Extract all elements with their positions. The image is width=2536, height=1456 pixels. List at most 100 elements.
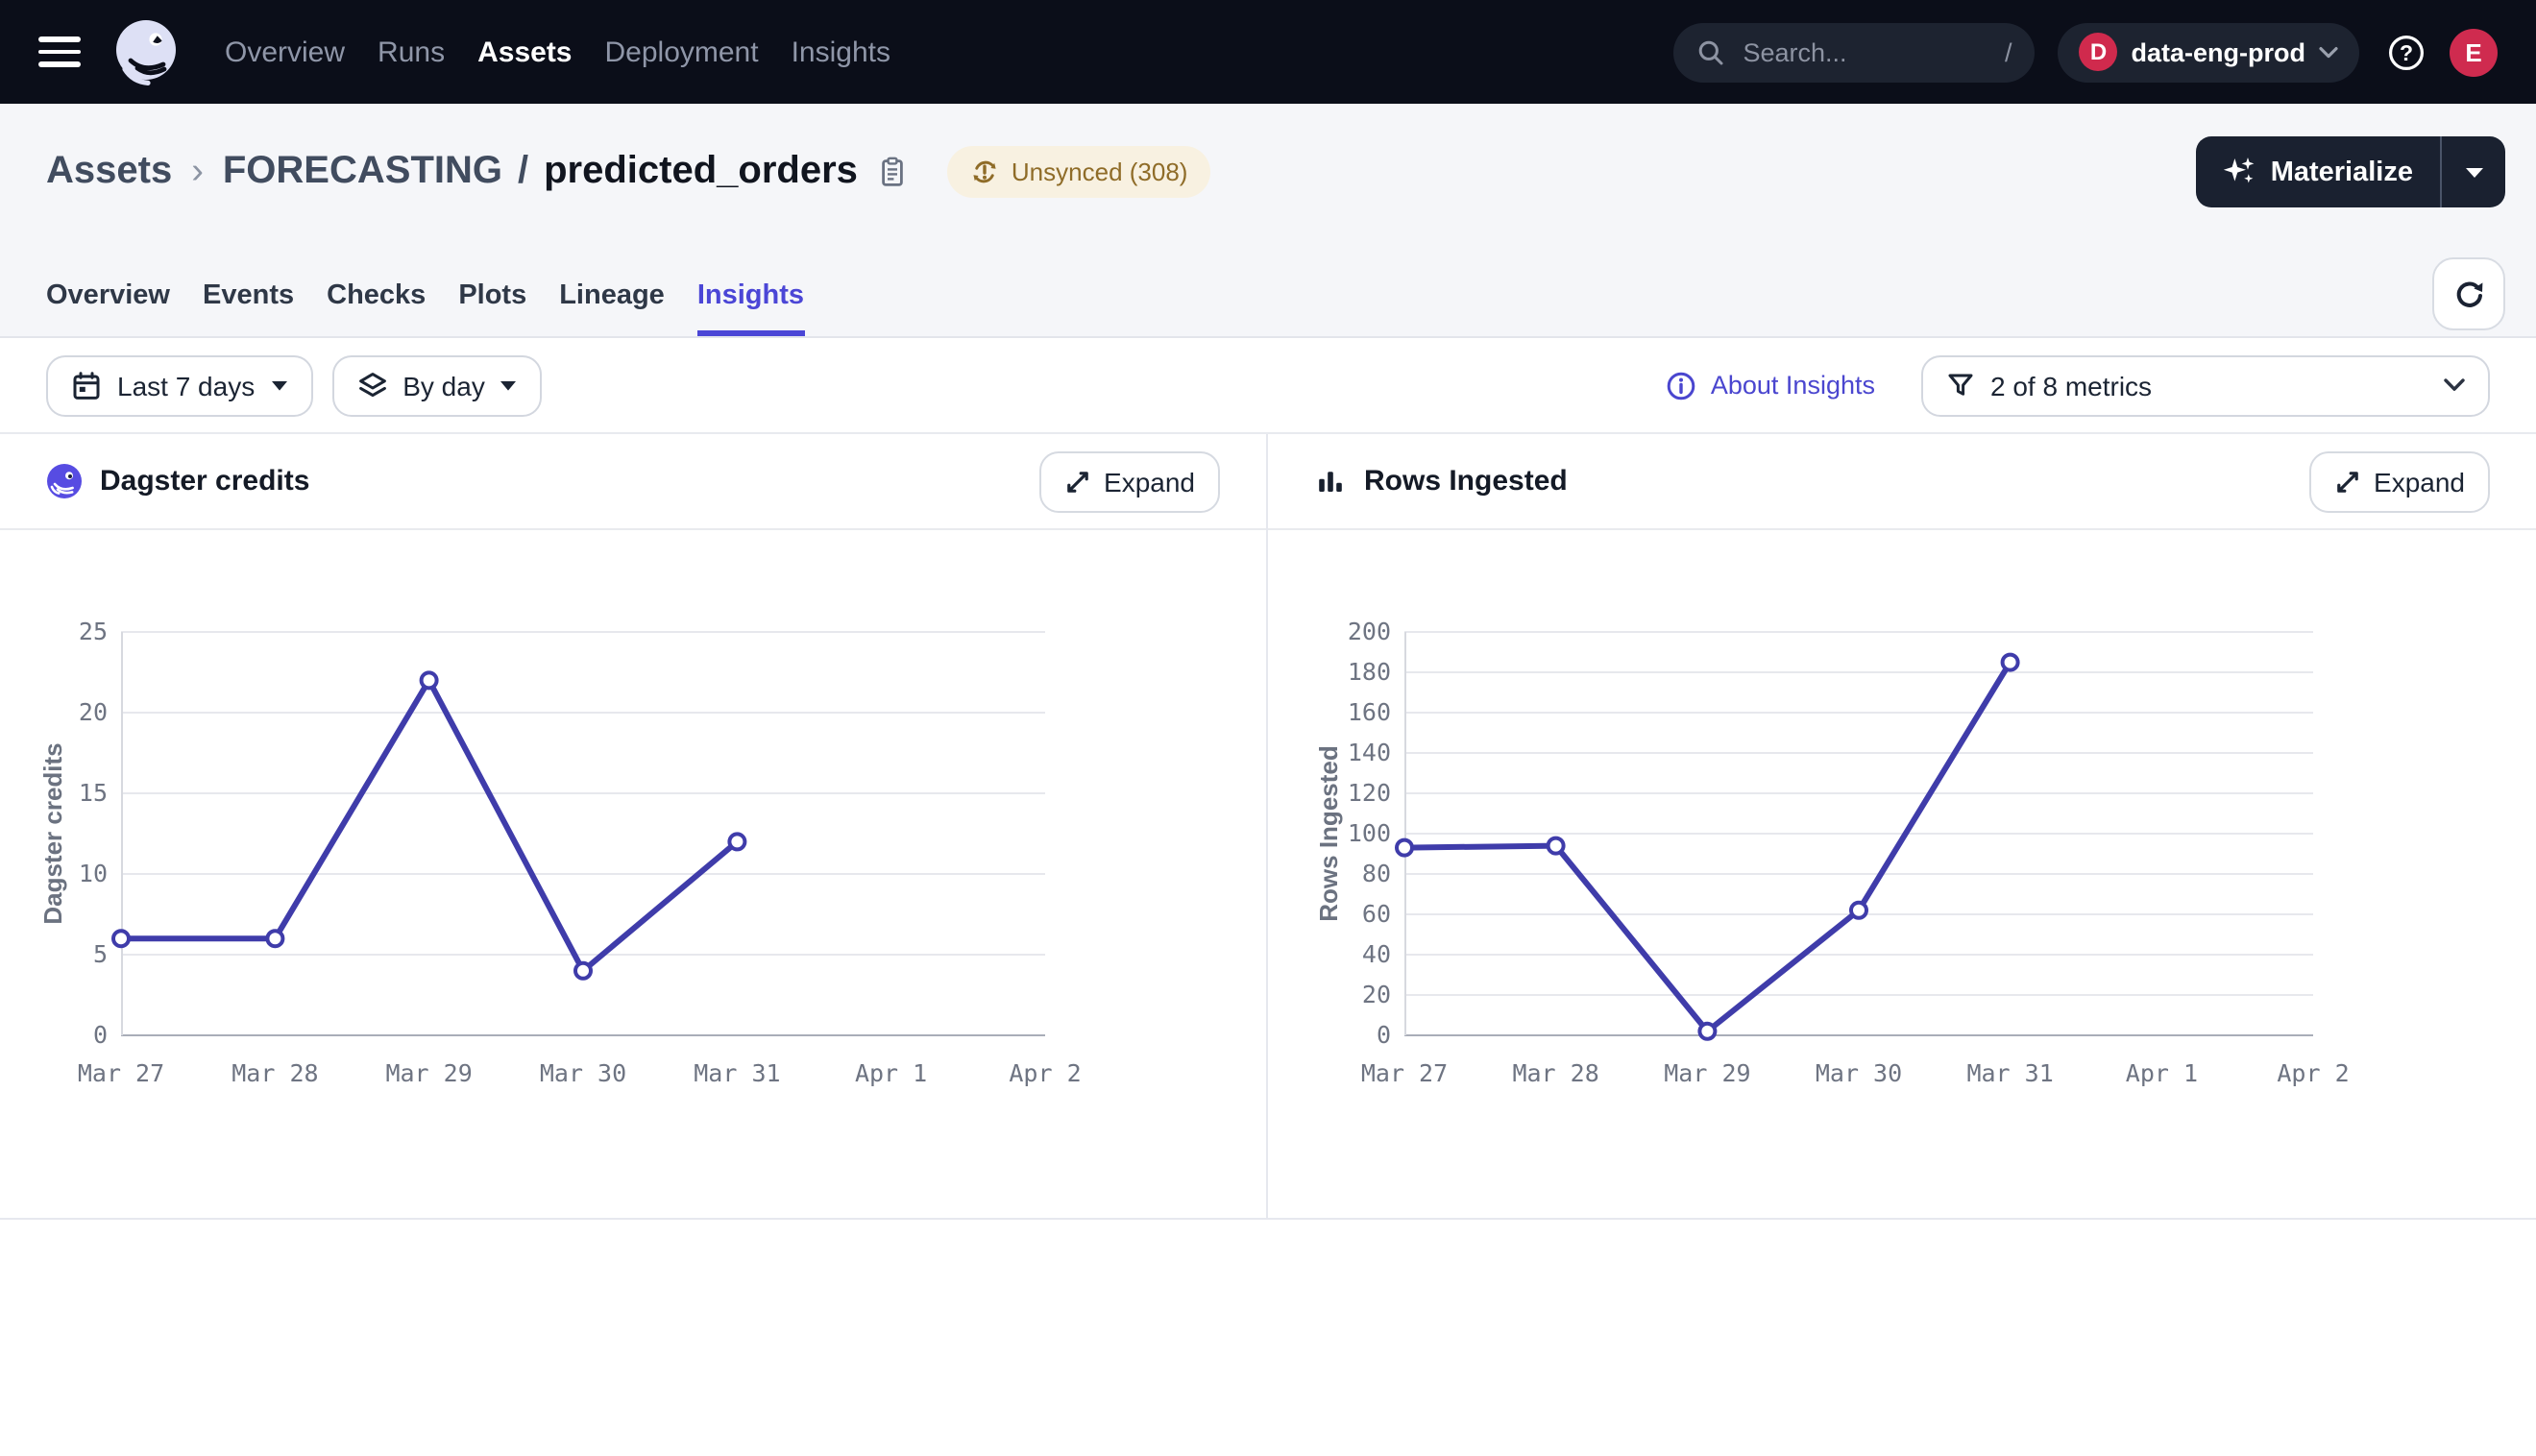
svg-text:140: 140	[1348, 739, 1391, 766]
unsynced-badge[interactable]: Unsynced (308)	[948, 146, 1211, 198]
screen: Overview Runs Assets Deployment Insights…	[0, 0, 2536, 1456]
refresh-button[interactable]	[2432, 257, 2505, 330]
dagster-credits-icon	[46, 463, 83, 499]
svg-text:Mar 31: Mar 31	[1966, 1059, 2053, 1087]
layers-icon	[356, 370, 387, 400]
search-shortcut-hint: /	[2005, 37, 2012, 66]
svg-text:Mar 27: Mar 27	[78, 1059, 164, 1087]
breadcrumb-slash: /	[518, 150, 528, 194]
granularity-filter[interactable]: By day	[331, 354, 543, 416]
expand-button[interactable]: Expand	[1038, 450, 1220, 512]
breadcrumb: Assets › FORECASTING / predicted_orders	[0, 104, 2536, 207]
search-input[interactable]: Search... /	[1674, 22, 2036, 82]
chart-panel-header: Rows Ingested Expand	[1268, 434, 2536, 530]
dagster-app: Overview Runs Assets Deployment Insights…	[0, 0, 2536, 1456]
dagster-logo-glyph	[110, 15, 183, 88]
svg-text:?: ?	[2400, 39, 2413, 64]
about-insights-label: About Insights	[1711, 371, 1875, 400]
breadcrumb-assets-link[interactable]: Assets	[46, 150, 172, 194]
breadcrumb-group-link[interactable]: FORECASTING	[223, 150, 502, 194]
svg-text:Mar 29: Mar 29	[1664, 1059, 1750, 1087]
nav-item-runs[interactable]: Runs	[378, 36, 445, 68]
expand-icon	[1063, 468, 1090, 495]
insights-filter-bar: Last 7 days By day About Insights	[0, 338, 2536, 434]
svg-text:80: 80	[1362, 860, 1391, 887]
dagster-credits-line-chart[interactable]: 0510152025Mar 27Mar 28Mar 29Mar 30Mar 31…	[0, 530, 1268, 1218]
svg-text:15: 15	[79, 779, 108, 807]
expand-button[interactable]: Expand	[2308, 450, 2490, 512]
svg-text:Mar 31: Mar 31	[694, 1059, 780, 1087]
deployment-badge: D	[2080, 33, 2118, 71]
help-icon[interactable]: ?	[2386, 32, 2426, 72]
menu-icon[interactable]	[38, 36, 81, 67]
caret-down-icon	[500, 379, 518, 391]
svg-text:Mar 28: Mar 28	[232, 1059, 318, 1087]
sparkles-icon	[2223, 156, 2256, 188]
svg-text:Apr 2: Apr 2	[1009, 1059, 1081, 1087]
date-range-filter[interactable]: Last 7 days	[46, 354, 312, 416]
svg-text:60: 60	[1362, 900, 1391, 928]
tab-overview[interactable]: Overview	[46, 280, 170, 336]
unsynced-badge-label: Unsynced (308)	[1012, 158, 1188, 186]
svg-text:Rows Ingested: Rows Ingested	[1314, 745, 1343, 921]
svg-text:120: 120	[1348, 779, 1391, 807]
nav-item-assets[interactable]: Assets	[477, 36, 572, 68]
svg-text:25: 25	[79, 618, 108, 645]
nav-item-overview[interactable]: Overview	[225, 36, 345, 68]
svg-text:Apr 1: Apr 1	[2126, 1059, 2198, 1087]
deployment-switcher[interactable]: D data-eng-prod	[2059, 22, 2360, 82]
date-range-label: Last 7 days	[117, 370, 255, 400]
chevron-down-icon	[2444, 378, 2465, 392]
rows-ingested-line-chart[interactable]: 020406080100120140160180200Mar 27Mar 28M…	[1268, 530, 2536, 1218]
search-icon	[1697, 37, 1726, 66]
svg-text:Mar 30: Mar 30	[1816, 1059, 1902, 1087]
tab-lineage[interactable]: Lineage	[559, 280, 665, 336]
svg-text:10: 10	[79, 860, 108, 887]
calendar-icon	[71, 370, 102, 400]
description-icon[interactable]	[877, 156, 910, 188]
materialize-label: Materialize	[2271, 157, 2413, 187]
tab-plots[interactable]: Plots	[458, 280, 526, 336]
svg-text:20: 20	[1362, 981, 1391, 1008]
granularity-label: By day	[402, 370, 485, 400]
svg-text:0: 0	[1377, 1021, 1391, 1049]
caret-down-icon	[270, 379, 287, 391]
bar-chart-icon	[1314, 465, 1347, 497]
info-icon	[1667, 370, 1697, 400]
nav-item-insights[interactable]: Insights	[792, 36, 890, 68]
chevron-down-icon	[2319, 45, 2338, 59]
metrics-filter-select[interactable]: 2 of 8 metrics	[1921, 354, 2490, 416]
materialize-dropdown-button[interactable]	[2442, 136, 2505, 207]
tab-checks[interactable]: Checks	[327, 280, 426, 336]
materialize-split-button: Materialize	[2196, 136, 2505, 207]
primary-nav: Overview Runs Assets Deployment Insights	[225, 36, 890, 68]
metrics-filter-label: 2 of 8 metrics	[1990, 370, 2428, 400]
sync-issue-icon	[971, 158, 1000, 186]
tab-insights[interactable]: Insights	[697, 280, 804, 336]
user-avatar[interactable]: E	[2450, 28, 2498, 76]
svg-text:Mar 30: Mar 30	[540, 1059, 626, 1087]
dagster-logo-icon[interactable]	[110, 15, 183, 88]
expand-icon	[2333, 468, 2360, 495]
svg-text:200: 200	[1348, 618, 1391, 645]
chart-panel-rows-ingested: Rows Ingested Expand 0 20 40 60 80 100 120 140 1…	[1268, 434, 2536, 1218]
chart-title: Rows Ingested	[1364, 465, 1568, 497]
search-placeholder: Search...	[1744, 37, 1987, 66]
svg-text:100: 100	[1348, 819, 1391, 847]
svg-text:40: 40	[1362, 940, 1391, 968]
insights-charts: Dagster credits Expand 0510152025Mar 27M…	[0, 434, 2536, 1220]
tab-events[interactable]: Events	[203, 280, 294, 336]
svg-text:180: 180	[1348, 658, 1391, 686]
svg-text:Apr 1: Apr 1	[855, 1059, 927, 1087]
chart-panel-dagster-credits: Dagster credits Expand 0510152025Mar 27M…	[0, 434, 1268, 1218]
svg-text:Apr 2: Apr 2	[2277, 1059, 2349, 1087]
refresh-icon	[2452, 278, 2485, 310]
svg-text:0: 0	[93, 1021, 108, 1049]
about-insights-link[interactable]: About Insights	[1667, 370, 1875, 400]
filter-funnel-icon	[1946, 371, 1975, 400]
nav-item-deployment[interactable]: Deployment	[605, 36, 759, 68]
svg-text:Mar 27: Mar 27	[1361, 1059, 1448, 1087]
svg-text:Mar 28: Mar 28	[1512, 1059, 1598, 1087]
materialize-button[interactable]: Materialize	[2196, 136, 2442, 207]
svg-text:Mar 29: Mar 29	[385, 1059, 472, 1087]
